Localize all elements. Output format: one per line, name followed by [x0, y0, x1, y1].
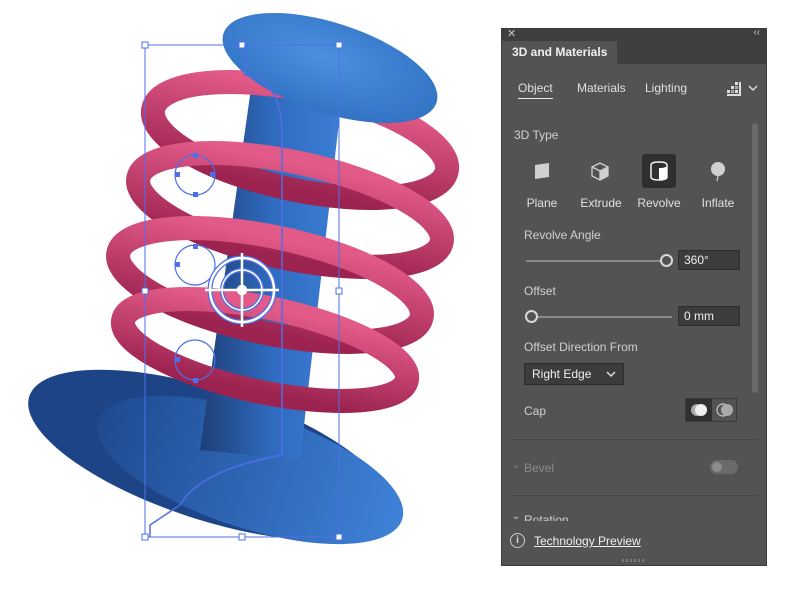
cap-toggle-group	[685, 398, 737, 422]
chevron-down-icon	[606, 371, 616, 378]
revolve-icon	[650, 161, 668, 181]
cap-label: Cap	[524, 404, 547, 418]
render-icon[interactable]	[726, 81, 742, 97]
offset-field[interactable]: 0 mm	[678, 306, 740, 326]
panel-title[interactable]: 3D and Materials	[502, 41, 618, 64]
tab-lighting[interactable]: Lighting	[645, 81, 687, 95]
double-chevron-icon[interactable]: ‹‹	[753, 27, 760, 38]
revolve-button[interactable]	[642, 154, 676, 188]
panel-topbar: ✕ ‹‹	[502, 27, 766, 41]
bevel-chevron-icon[interactable]: ⌄	[512, 460, 520, 471]
tab-materials[interactable]: Materials	[577, 81, 626, 95]
extrude-button[interactable]	[583, 154, 617, 188]
bevel-toggle[interactable]	[710, 460, 738, 474]
cap-off-icon	[716, 403, 733, 417]
extrude-label: Extrude	[580, 196, 622, 210]
offset-direction-value: Right Edge	[532, 367, 592, 381]
close-icon[interactable]: ✕	[507, 27, 516, 40]
cap-off-button[interactable]	[712, 399, 738, 421]
profile-circles	[174, 154, 216, 381]
panel-footer: i Technology Preview	[502, 527, 766, 565]
plane-button[interactable]	[525, 154, 559, 188]
panel-tabs: Object Materials Lighting	[502, 69, 766, 99]
panel-scrollbar[interactable]	[752, 113, 758, 503]
rotation-chevron-icon[interactable]: ⌄	[512, 511, 520, 522]
offset-slider-knob[interactable]	[525, 310, 538, 323]
section-divider	[512, 495, 758, 496]
technology-preview-link[interactable]: Technology Preview	[534, 534, 641, 548]
resize-grip[interactable]	[622, 559, 646, 562]
scrollbar-thumb[interactable]	[752, 123, 758, 393]
3d-materials-panel: ✕ ‹‹ 3D and Materials Object Materials L…	[501, 27, 767, 566]
info-icon: i	[510, 533, 525, 548]
offset-label: Offset	[524, 284, 556, 298]
revolve-angle-slider-knob[interactable]	[660, 254, 673, 267]
extrude-icon	[591, 162, 609, 181]
inflate-icon	[711, 162, 725, 182]
inflate-button[interactable]	[701, 154, 735, 188]
offset-direction-dropdown[interactable]: Right Edge	[524, 363, 624, 385]
rotation-label[interactable]: Rotation	[524, 513, 569, 521]
offset-direction-label: Offset Direction From	[524, 340, 638, 354]
plane-icon	[535, 163, 549, 179]
chevron-down-icon[interactable]	[748, 83, 758, 93]
artboard-canvas[interactable]	[0, 0, 500, 593]
bevel-label[interactable]: Bevel	[524, 461, 554, 475]
tab-object[interactable]: Object	[518, 81, 553, 99]
revolve-angle-field[interactable]: 360°	[678, 250, 740, 270]
panel-titlebar: 3D and Materials	[502, 41, 766, 64]
offset-slider[interactable]	[526, 316, 672, 318]
plane-label: Plane	[526, 196, 558, 210]
revolve-angle-slider[interactable]	[526, 260, 666, 262]
3d-type-label: 3D Type	[514, 128, 559, 142]
cap-on-icon	[691, 404, 707, 416]
revolve-angle-label: Revolve Angle	[524, 228, 601, 242]
inflate-label: Inflate	[701, 196, 735, 210]
cap-on-button[interactable]	[686, 399, 712, 421]
revolve-label: Revolve	[637, 196, 681, 210]
section-divider	[512, 439, 758, 440]
